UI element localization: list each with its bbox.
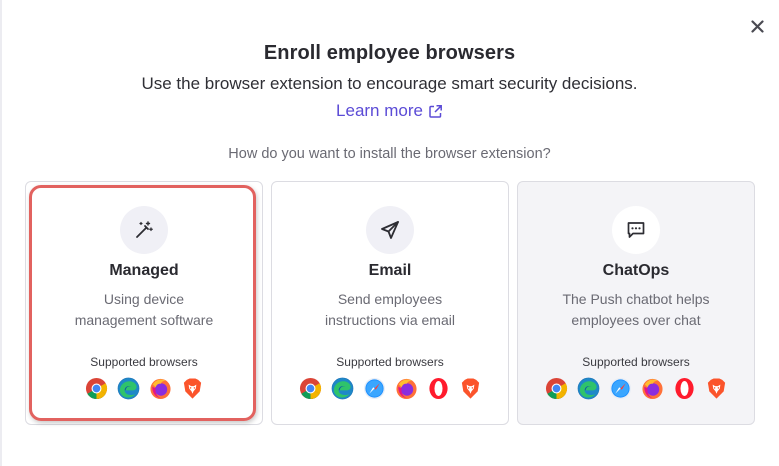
brave-icon — [705, 377, 728, 400]
edge-icon — [331, 377, 354, 400]
firefox-icon — [149, 377, 172, 400]
edge-icon — [117, 377, 140, 400]
safari-icon — [609, 377, 632, 400]
card-title: Email — [368, 262, 412, 279]
chat-bubble-icon — [612, 206, 660, 254]
supported-browsers-label: Supported browsers — [336, 355, 444, 369]
safari-icon — [363, 377, 386, 400]
magic-wand-icon — [120, 206, 168, 254]
install-question: How do you want to install the browser e… — [228, 146, 551, 162]
dialog-title: Enroll employee browsers — [263, 42, 516, 64]
dialog-subtitle: Use the browser extension to encourage s… — [141, 74, 638, 93]
chrome-icon — [299, 377, 322, 400]
learn-more-row: Learn more — [0, 101, 779, 121]
external-link-icon — [429, 104, 442, 118]
option-card-email[interactable]: Email Send employees instructions via em… — [271, 181, 509, 425]
card-desc-line: instructions via email — [325, 312, 455, 328]
dialog-edge — [0, 0, 2, 466]
close-icon[interactable] — [745, 14, 769, 38]
card-title: Managed — [109, 262, 179, 279]
supported-browsers-label: Supported browsers — [90, 355, 198, 369]
enroll-dialog: Enroll employee browsers Use the browser… — [0, 0, 779, 466]
card-desc-line: management software — [74, 312, 214, 328]
brave-icon — [181, 377, 204, 400]
card-desc-line: Using device — [103, 291, 185, 307]
opera-icon — [427, 377, 450, 400]
learn-more-label: Learn more — [336, 101, 423, 120]
card-title: ChatOps — [602, 262, 670, 279]
paper-plane-icon — [366, 206, 414, 254]
option-card-chatops[interactable]: ChatOps The Push chatbot helps employees… — [517, 181, 755, 425]
chrome-icon — [85, 377, 108, 400]
browser-icons — [272, 377, 508, 400]
option-card-managed[interactable]: Managed Using device management software… — [25, 181, 263, 425]
browser-icons — [26, 377, 262, 400]
card-desc-line: The Push chatbot helps — [562, 291, 710, 307]
brave-icon — [459, 377, 482, 400]
card-description: Send employees instructions via email — [288, 289, 492, 331]
chrome-icon — [545, 377, 568, 400]
edge-icon — [577, 377, 600, 400]
opera-icon — [673, 377, 696, 400]
card-description: The Push chatbot helps employees over ch… — [534, 289, 738, 331]
firefox-icon — [395, 377, 418, 400]
supported-browsers-label: Supported browsers — [582, 355, 690, 369]
firefox-icon — [641, 377, 664, 400]
card-desc-line: Send employees — [337, 291, 443, 307]
learn-more-link[interactable]: Learn more — [336, 101, 443, 121]
card-desc-line: employees over chat — [571, 312, 701, 328]
browser-icons — [518, 377, 754, 400]
card-description: Using device management software — [42, 289, 246, 331]
